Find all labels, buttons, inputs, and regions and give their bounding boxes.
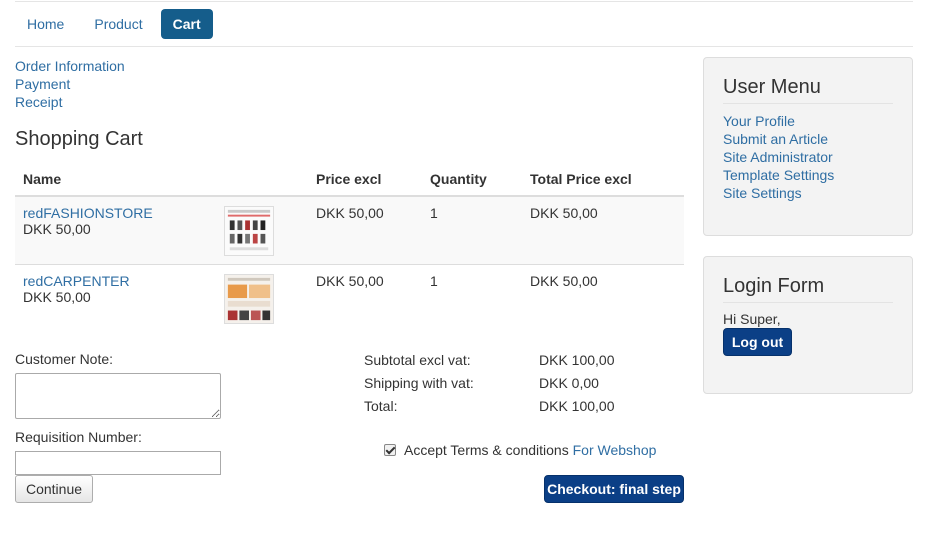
login-form-title: Login Form: [723, 275, 893, 303]
col-total-header: Total Price excl: [522, 162, 684, 197]
terms-label: Accept Terms & conditions: [404, 442, 569, 458]
col-image-header: [216, 162, 308, 197]
top-divider: [15, 1, 913, 2]
col-quantity-header: Quantity: [422, 162, 522, 197]
col-name-header: Name: [15, 162, 216, 197]
step-receipt[interactable]: Receipt: [15, 93, 125, 111]
user-menu-panel: User Menu Your Profile Submit an Article…: [703, 57, 913, 236]
product-link[interactable]: redFASHIONSTORE: [23, 205, 208, 221]
shipping-row: Shipping with vat: DKK 0,00: [364, 372, 615, 395]
total-row: Total: DKK 100,00: [364, 395, 615, 418]
product-thumbnail[interactable]: [224, 274, 274, 324]
product-cell: redCARPENTER DKK 50,00: [15, 264, 216, 332]
nav-product[interactable]: Product: [82, 9, 154, 39]
terms-checkbox[interactable]: [384, 444, 396, 456]
checkout-button[interactable]: Checkout: final step: [544, 475, 684, 503]
terms-row: Accept Terms & conditions For Webshop: [384, 442, 656, 458]
shipping-value: DKK 0,00: [539, 375, 599, 391]
greeting-text: Hi Super,: [723, 311, 781, 327]
subtotal-label: Subtotal excl vat:: [364, 352, 471, 368]
total-price-cell: DKK 50,00: [522, 264, 684, 332]
total-label: Total:: [364, 398, 398, 414]
nav-home[interactable]: Home: [15, 9, 76, 39]
requisition-number-label: Requisition Number:: [15, 429, 142, 445]
product-cell: redFASHIONSTORE DKK 50,00: [15, 195, 216, 265]
product-image-cell: [216, 195, 308, 265]
checkout-steps: Order Information Payment Receipt: [15, 57, 125, 111]
unit-price-cell: DKK 50,00: [308, 264, 422, 332]
table-header-row: Name Price excl Quantity Total Price exc…: [15, 162, 684, 197]
menu-item-site-administrator[interactable]: Site Administrator: [723, 148, 893, 166]
quantity-cell: 1: [422, 264, 522, 332]
product-thumbnail[interactable]: [224, 206, 274, 256]
total-price-cell: DKK 50,00: [522, 195, 684, 265]
customer-note-label: Customer Note:: [15, 351, 114, 367]
nav-divider: [15, 46, 913, 47]
menu-item-template-settings[interactable]: Template Settings: [723, 166, 893, 184]
terms-link[interactable]: For Webshop: [573, 442, 657, 458]
table-row: redFASHIONSTORE DKK 50,00 DKK 50,00 1 DK…: [15, 195, 684, 265]
page-title: Shopping Cart: [15, 128, 143, 150]
requisition-number-field[interactable]: [15, 451, 221, 475]
product-image-cell: [216, 264, 308, 332]
order-totals: Subtotal excl vat: DKK 100,00 Shipping w…: [364, 349, 615, 418]
shipping-label: Shipping with vat:: [364, 375, 474, 391]
product-price: DKK 50,00: [23, 289, 91, 305]
menu-item-submit-article[interactable]: Submit an Article: [723, 130, 893, 148]
product-price: DKK 50,00: [23, 221, 91, 237]
nav-cart[interactable]: Cart: [160, 9, 213, 39]
step-order-information[interactable]: Order Information: [15, 57, 125, 75]
menu-item-your-profile[interactable]: Your Profile: [723, 112, 893, 130]
cart-table: Name Price excl Quantity Total Price exc…: [15, 162, 684, 332]
user-menu-title: User Menu: [723, 76, 893, 104]
total-value: DKK 100,00: [539, 398, 615, 414]
subtotal-value: DKK 100,00: [539, 352, 615, 368]
quantity-cell: 1: [422, 195, 522, 265]
menu-item-site-settings[interactable]: Site Settings: [723, 184, 893, 202]
continue-button[interactable]: Continue: [15, 475, 93, 503]
customer-note-field[interactable]: [15, 373, 221, 419]
user-menu-list: Your Profile Submit an Article Site Admi…: [723, 112, 893, 202]
unit-price-cell: DKK 50,00: [308, 195, 422, 265]
logout-button[interactable]: Log out: [723, 328, 792, 356]
login-form-panel: Login Form Hi Super, Log out: [703, 256, 913, 394]
subtotal-row: Subtotal excl vat: DKK 100,00: [364, 349, 615, 372]
step-payment[interactable]: Payment: [15, 75, 125, 93]
col-price-header: Price excl: [308, 162, 422, 197]
main-nav: Home Product Cart: [15, 9, 219, 39]
product-link[interactable]: redCARPENTER: [23, 273, 208, 289]
table-row: redCARPENTER DKK 50,00 DKK 50,00 1 DKK 5…: [15, 264, 684, 332]
